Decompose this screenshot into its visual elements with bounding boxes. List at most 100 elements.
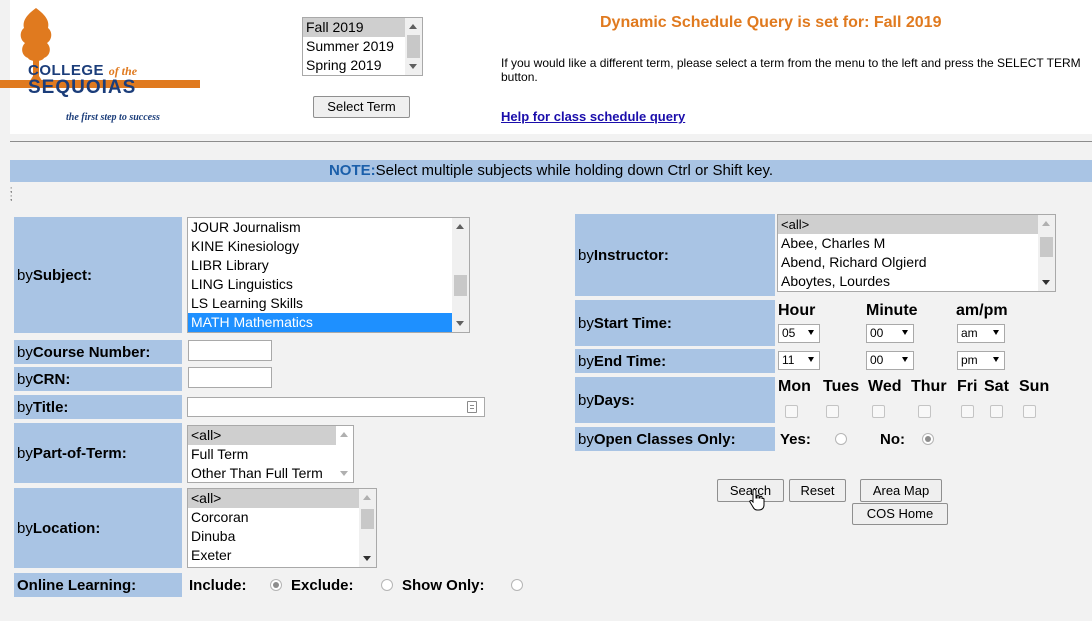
scroll-down-icon[interactable]: [409, 64, 417, 69]
scroll-thumb[interactable]: [361, 509, 374, 529]
term-listbox[interactable]: Fall 2019 Summer 2019 Spring 2019: [302, 17, 423, 76]
start-hour-select[interactable]: 05: [778, 324, 820, 343]
day-tues-checkbox[interactable]: [826, 405, 839, 418]
instructor-listbox[interactable]: <all> Abee, Charles M Abend, Richard Olg…: [777, 214, 1056, 292]
part-of-term-option[interactable]: Other Than Full Term: [188, 464, 353, 482]
logo-tagline: the first step to success: [66, 112, 160, 123]
scroll-down-icon[interactable]: [1042, 280, 1050, 285]
open-no-radio[interactable]: [922, 433, 934, 445]
end-ampm-select[interactable]: pm: [957, 351, 1005, 370]
open-classes-label: by Open Classes Only:: [575, 427, 775, 451]
crn-input[interactable]: [188, 367, 272, 388]
online-exclude-label: Exclude:: [291, 577, 354, 594]
subject-option[interactable]: LIBR Library: [188, 256, 469, 275]
course-number-label: by Course Number:: [14, 340, 182, 364]
subject-option[interactable]: JOUR Journalism: [188, 218, 469, 237]
subject-scrollbar[interactable]: [452, 218, 469, 332]
instructor-option[interactable]: Abee, Charles M: [778, 234, 1055, 253]
term-scrollbar[interactable]: [405, 18, 422, 75]
crn-label: by CRN:: [14, 367, 182, 391]
scroll-up-icon[interactable]: [363, 495, 371, 500]
college-logo[interactable]: COLLEGE of the SEQUOIAS the first step t…: [0, 6, 214, 128]
part-of-term-option[interactable]: <all>: [188, 426, 336, 445]
select-term-button[interactable]: Select Term: [313, 96, 410, 118]
subject-option[interactable]: LS Learning Skills: [188, 294, 469, 313]
scroll-up-icon[interactable]: [340, 432, 348, 437]
scroll-thumb[interactable]: [1040, 237, 1053, 257]
day-sat-checkbox[interactable]: [990, 405, 1003, 418]
scroll-down-icon[interactable]: [363, 556, 371, 561]
note-text: Select multiple subjects while holding d…: [375, 162, 774, 179]
area-map-button[interactable]: Area Map: [860, 479, 942, 502]
chevron-down-icon: [808, 330, 814, 335]
chevron-down-icon: [993, 357, 999, 362]
instructor-option[interactable]: Abend, Richard Olgierd: [778, 253, 1055, 272]
subject-option-selected[interactable]: MATH Mathematics: [188, 313, 452, 332]
hour-header: Hour: [778, 302, 816, 319]
open-no-label: No:: [880, 431, 905, 448]
online-exclude-radio[interactable]: [381, 579, 393, 591]
part-of-term-listbox[interactable]: <all> Full Term Other Than Full Term: [187, 425, 354, 483]
logo-sequoias-text: SEQUOIAS: [28, 77, 137, 98]
chevron-down-icon: [902, 330, 908, 335]
location-scrollbar[interactable]: [359, 489, 376, 567]
online-include-radio[interactable]: [270, 579, 282, 591]
location-label: by Location:: [14, 488, 182, 568]
term-instructions: If you would like a different term, plea…: [501, 56, 1081, 84]
part-of-term-option[interactable]: Full Term: [188, 445, 353, 464]
minute-header: Minute: [866, 302, 918, 319]
subject-option[interactable]: KINE Kinesiology: [188, 237, 469, 256]
day-mon: Mon: [778, 378, 811, 395]
location-option[interactable]: Corcoran: [188, 508, 376, 527]
help-link[interactable]: Help for class schedule query: [501, 109, 685, 124]
open-yes-label: Yes:: [780, 431, 811, 448]
online-show-only-label: Show Only:: [402, 577, 485, 594]
reset-button[interactable]: Reset: [789, 479, 846, 502]
days-label: by Days:: [575, 377, 775, 423]
chevron-down-icon: [993, 330, 999, 335]
location-option[interactable]: Dinuba: [188, 527, 376, 546]
day-tues: Tues: [823, 378, 860, 395]
scroll-down-icon[interactable]: [456, 321, 464, 326]
subject-option[interactable]: LING Linguistics: [188, 275, 469, 294]
scroll-thumb[interactable]: [454, 275, 467, 296]
chevron-down-icon: [808, 357, 814, 362]
end-hour-select[interactable]: 11: [778, 351, 820, 370]
title-label: by Title:: [14, 395, 182, 419]
scroll-thumb[interactable]: [407, 35, 420, 58]
day-thur-checkbox[interactable]: [918, 405, 931, 418]
input-assist-icon[interactable]: [467, 401, 477, 413]
course-number-input[interactable]: [188, 340, 272, 361]
ampm-header: am/pm: [956, 302, 1008, 319]
stray-semicolons: ;;: [10, 185, 13, 202]
part-of-term-scrollbar[interactable]: [336, 426, 353, 482]
title-input[interactable]: [187, 397, 485, 417]
part-of-term-label: by Part-of-Term:: [14, 423, 182, 483]
cos-home-button[interactable]: COS Home: [852, 503, 948, 525]
day-wed-checkbox[interactable]: [872, 405, 885, 418]
term-title: Dynamic Schedule Query is set for: Fall …: [600, 14, 942, 31]
day-sat: Sat: [984, 378, 1009, 395]
subject-listbox[interactable]: JOUR Journalism KINE Kinesiology LIBR Li…: [187, 217, 470, 333]
online-include-label: Include:: [189, 577, 247, 594]
note-bar: NOTE:Select multiple subjects while hold…: [10, 160, 1092, 182]
online-show-only-radio[interactable]: [511, 579, 523, 591]
location-option[interactable]: Exeter: [188, 546, 376, 565]
open-yes-radio[interactable]: [835, 433, 847, 445]
end-minute-select[interactable]: 00: [866, 351, 914, 370]
day-sun-checkbox[interactable]: [1023, 405, 1036, 418]
instructor-option[interactable]: <all>: [778, 215, 1038, 234]
start-minute-select[interactable]: 00: [866, 324, 914, 343]
instructor-option[interactable]: Aboytes, Lourdes: [778, 272, 1055, 291]
start-ampm-select[interactable]: am: [957, 324, 1005, 343]
instructor-scrollbar[interactable]: [1038, 215, 1055, 291]
location-listbox[interactable]: <all> Corcoran Dinuba Exeter: [187, 488, 377, 568]
scroll-up-icon[interactable]: [456, 224, 464, 229]
day-fri-checkbox[interactable]: [961, 405, 974, 418]
chevron-down-icon: [902, 357, 908, 362]
location-option[interactable]: <all>: [188, 489, 359, 508]
scroll-up-icon[interactable]: [1042, 221, 1050, 226]
day-mon-checkbox[interactable]: [785, 405, 798, 418]
scroll-up-icon[interactable]: [409, 24, 417, 29]
scroll-down-icon[interactable]: [340, 471, 348, 476]
